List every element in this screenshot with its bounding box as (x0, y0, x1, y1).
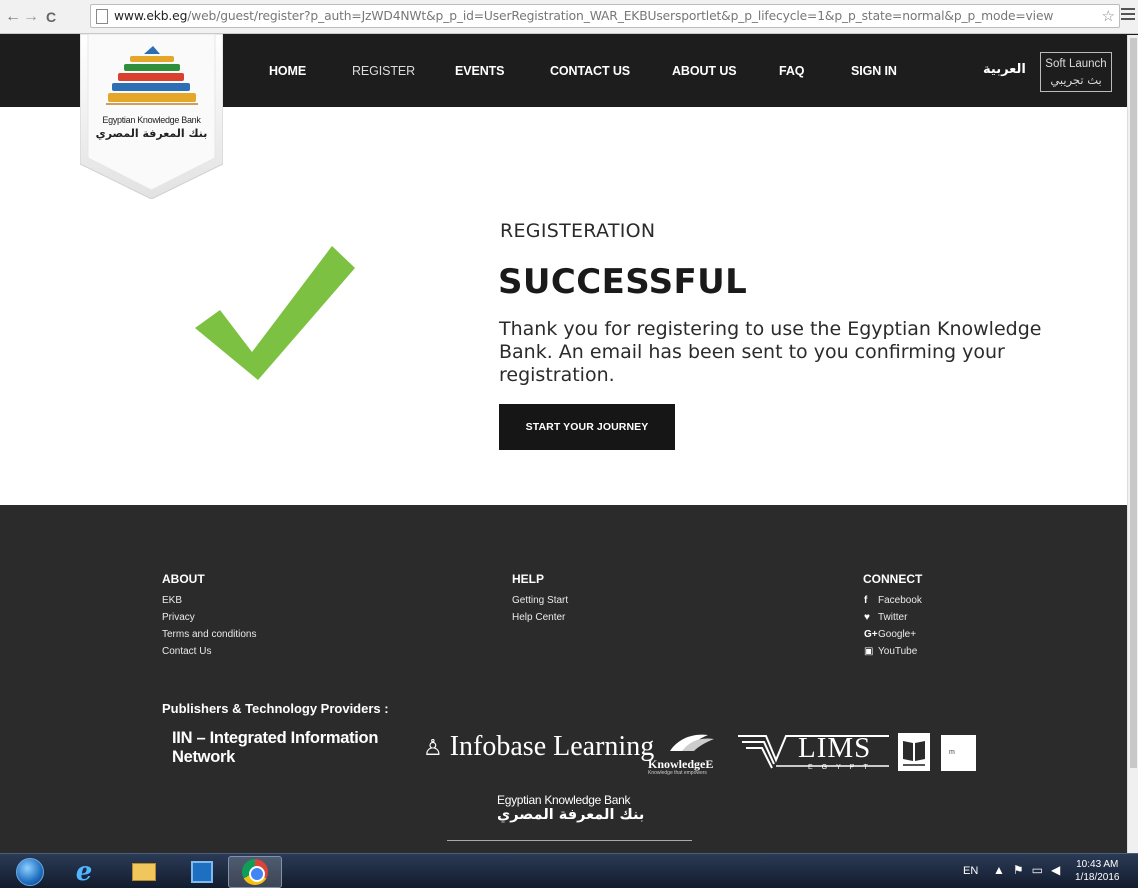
nav-faq[interactable]: FAQ (779, 64, 805, 78)
nav-sign-in[interactable]: SIGN IN (851, 64, 897, 78)
scrollbar-thumb[interactable] (1130, 38, 1137, 768)
bookmark-star-icon[interactable]: ☆ (1101, 7, 1115, 25)
site-footer: ABOUT EKB Privacy Terms and conditions C… (0, 505, 1138, 853)
nav-arabic-language[interactable]: العربية (983, 62, 1026, 77)
twitter-label: Twitter (878, 612, 908, 623)
page-icon (96, 8, 108, 24)
iin-logo-line2: Network (172, 748, 235, 766)
soft-launch-arabic: بث تجريبي (1050, 73, 1102, 87)
footer-link-privacy[interactable]: Privacy (162, 612, 195, 623)
google-plus-label: Google+ (878, 629, 917, 640)
footer-link-google-plus[interactable]: G+Google+ (864, 629, 916, 640)
footer-link-youtube[interactable]: ▣ YouTube (864, 646, 917, 657)
language-indicator[interactable]: EN (963, 865, 978, 877)
youtube-label: YouTube (878, 646, 918, 657)
address-bar[interactable]: www.ekb.eg/web/guest/register?p_auth=JzW… (90, 4, 1120, 28)
windows-taskbar: e EN ▲⚑▭◀ 10:43 AM 1/18/2016 (0, 853, 1138, 888)
footer-divider (447, 840, 692, 841)
logo-arabic-text: بنك المعرفة المصري (95, 127, 208, 140)
footer-link-facebook[interactable]: f Facebook (864, 595, 922, 606)
nav-home[interactable]: HOME (269, 64, 306, 78)
browser-toolbar: ← → C www.ekb.eg/web/guest/register?p_au… (0, 0, 1138, 34)
show-hidden-icons-icon: ▲ (993, 863, 1013, 877)
tray-icons[interactable]: ▲⚑▭◀ (993, 863, 1068, 877)
iin-publisher-logo[interactable]: IIN – Integrated Information Network (172, 729, 378, 767)
footer-logo-arabic-text: بنك المعرفة المصري (497, 807, 645, 823)
open-book-publisher-logo[interactable] (898, 733, 930, 771)
facebook-label: Facebook (878, 595, 922, 606)
facebook-icon: f (864, 595, 868, 606)
google-plus-icon: G+ (864, 629, 878, 640)
infobase-publisher-logo[interactable]: ♙ Infobase Learning (423, 731, 654, 763)
site-logo[interactable]: Egyptian Knowledge Bank بنك المعرفة المص… (80, 34, 223, 199)
nav-register[interactable]: REGISTER (352, 64, 415, 78)
start-journey-button[interactable]: START YOUR JOURNEY (499, 404, 675, 450)
iin-logo-line1: IIN – Integrated Information (172, 729, 379, 747)
start-button[interactable] (10, 856, 50, 888)
lims-publisher-logo[interactable]: LIMS EGYPT (736, 730, 891, 772)
publishers-heading: Publishers & Technology Providers : (162, 701, 389, 716)
footer-link-terms[interactable]: Terms and conditions (162, 629, 257, 640)
success-checkmark-icon (195, 246, 355, 380)
forward-arrow-icon[interactable]: → (22, 8, 40, 26)
network-icon: ▭ (1031, 863, 1051, 877)
windows-logo-icon (16, 858, 44, 886)
youtube-icon: ▣ (864, 646, 874, 657)
clock-date: 1/18/2016 (1075, 872, 1120, 883)
lims-egypt-text: EGYPT (808, 764, 877, 771)
internet-explorer-icon[interactable]: e (64, 856, 104, 888)
footer-help-title: HELP (512, 572, 545, 586)
media-player-icon[interactable] (182, 856, 222, 888)
knowledgee-publisher-logo[interactable]: KnowledgeE Knowledge that empowers (648, 731, 728, 776)
action-center-flag-icon: ⚑ (1012, 863, 1032, 877)
footer-link-getting-start[interactable]: Getting Start (512, 595, 568, 606)
browser-menu-icon[interactable] (1121, 8, 1135, 20)
page-scrollbar[interactable] (1127, 35, 1138, 853)
back-arrow-icon[interactable]: ← (4, 8, 22, 26)
knowledgee-tagline: Knowledge that empowers (648, 770, 707, 776)
url-path: /web/guest/register?p_auth=JzWD4NWt&p_p_… (187, 9, 1054, 23)
footer-connect-title: CONNECT (863, 572, 923, 586)
logo-english-text: Egyptian Knowledge Bank (102, 115, 201, 125)
registration-label: REGISTERATION (500, 220, 656, 242)
confirmation-message: Thank you for registering to use the Egy… (499, 318, 1042, 386)
footer-link-help-center[interactable]: Help Center (512, 612, 565, 623)
reload-icon[interactable]: C (42, 8, 60, 26)
footer-link-contact-us[interactable]: Contact Us (162, 646, 211, 657)
footer-logo-english-text: Egyptian Knowledge Bank (497, 793, 631, 807)
file-explorer-icon[interactable] (124, 856, 164, 888)
nav-contact-us[interactable]: CONTACT US (550, 64, 630, 78)
soft-launch-badge: Soft Launch بث تجريبي (1040, 52, 1112, 92)
infobase-logo-text: Infobase Learning (449, 731, 655, 762)
clock-time: 10:43 AM (1076, 859, 1119, 870)
url-host: www.ekb.eg (114, 9, 188, 23)
knowledgee-logo-text: KnowledgeE (648, 757, 714, 771)
url-text[interactable]: www.ekb.eg/web/guest/register?p_auth=JzW… (114, 9, 1053, 23)
lims-logo-text: LIMS (798, 732, 872, 764)
footer-about-title: ABOUT (162, 572, 205, 586)
chrome-icon (242, 859, 268, 885)
system-tray: EN ▲⚑▭◀ 10:43 AM 1/18/2016 (948, 854, 1138, 888)
nav-about-us[interactable]: ABOUT US (672, 64, 737, 78)
soft-launch-english: Soft Launch (1045, 58, 1107, 70)
footer-link-twitter[interactable]: ♥ Twitter (864, 612, 907, 623)
infobase-person-icon: ♙ (423, 735, 443, 760)
white-logo-text: m (949, 749, 955, 756)
white-square-publisher-logo[interactable]: m (941, 735, 976, 771)
success-heading: SUCCESSFUL (498, 262, 748, 302)
twitter-icon: ♥ (864, 612, 870, 623)
volume-icon: ◀ (1051, 863, 1069, 877)
knowledgee-leaf-icon (670, 734, 714, 751)
chrome-taskbar-button[interactable] (228, 856, 282, 888)
nav-events[interactable]: EVENTS (455, 64, 505, 78)
footer-link-ekb[interactable]: EKB (162, 595, 182, 606)
clock[interactable]: 10:43 AM 1/18/2016 (1075, 858, 1120, 884)
